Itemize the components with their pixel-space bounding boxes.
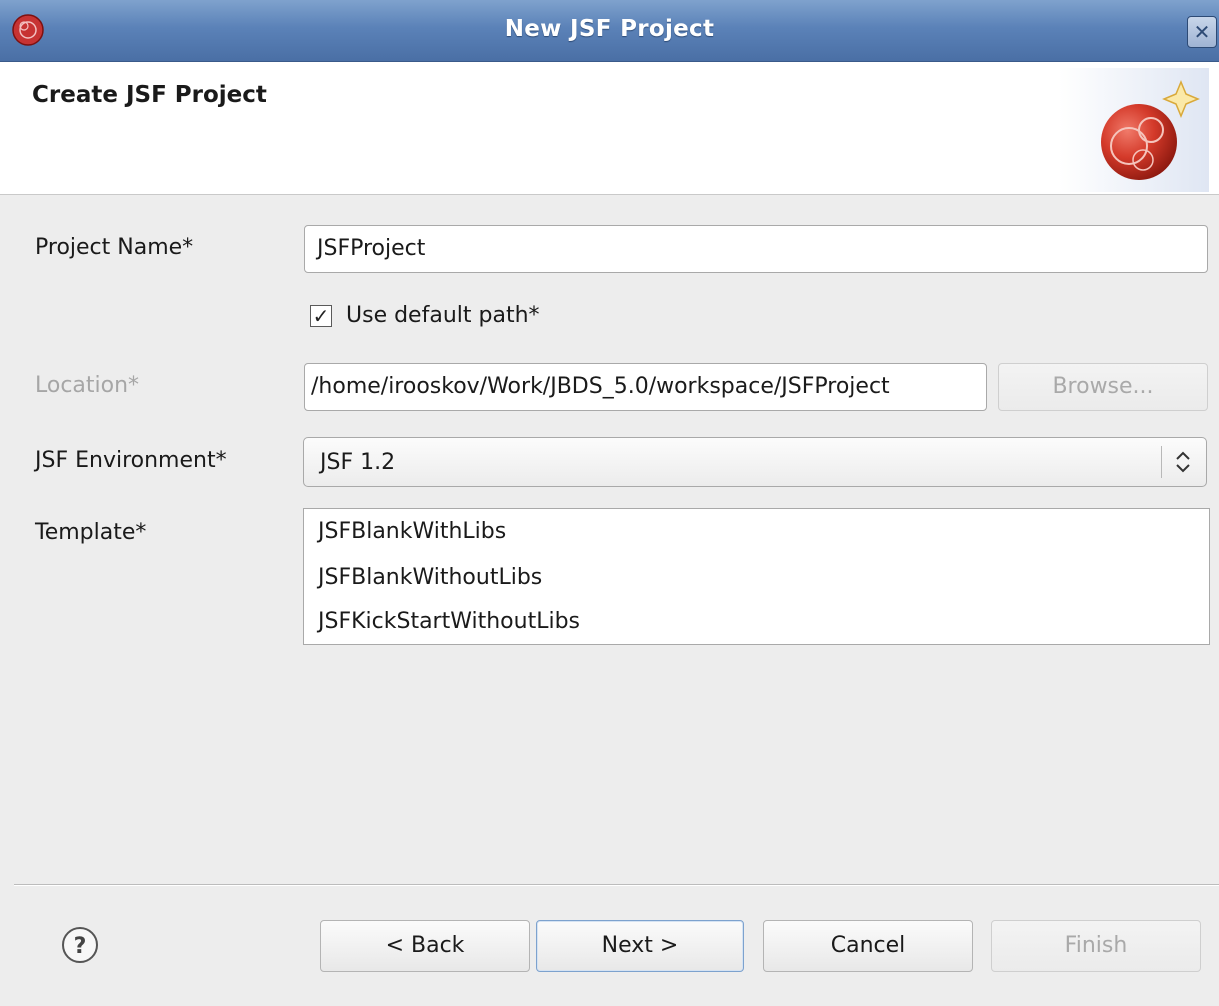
updown-arrow-icon [1176,451,1190,473]
jsf-environment-label: JSF Environment* [35,448,227,473]
template-item-jsfblankwithoutlibs[interactable]: JSFBlankWithoutLibs [318,565,542,590]
finish-button[interactable]: Finish [991,920,1201,972]
close-icon[interactable]: ✕ [1187,16,1217,48]
jsf-project-wizard-icon [1059,68,1209,192]
location-value: /home/irooskov/Work/JBDS_5.0/workspace/J… [311,374,890,399]
template-item-jsfblankwithlibs[interactable]: JSFBlankWithLibs [318,519,506,544]
cancel-button[interactable]: Cancel [763,920,973,972]
select-separator [1161,446,1162,478]
next-button[interactable]: Next > [536,920,744,972]
window-title: New JSF Project [504,16,715,42]
template-item-jsfkickstartwithoutlibs[interactable]: JSFKickStartWithoutLibs [318,609,580,634]
wizard-title: Create JSF Project [32,82,267,108]
project-name-input[interactable]: JSFProject [304,225,1208,273]
template-list[interactable]: JSFBlankWithLibs JSFBlankWithoutLibs JSF… [303,508,1210,645]
location-label: Location* [35,373,140,398]
browse-button[interactable]: Browse... [998,363,1208,411]
location-input[interactable]: /home/irooskov/Work/JBDS_5.0/workspace/J… [304,363,987,411]
use-default-path-checkbox[interactable]: ✓ [310,305,332,327]
help-icon[interactable]: ? [60,925,100,965]
use-default-path-label: Use default path* [346,303,540,328]
window-titlebar[interactable]: New JSF Project ✕ [0,0,1219,62]
jsf-environment-select[interactable]: JSF 1.2 [303,437,1207,487]
template-label: Template* [35,520,147,545]
jsf-environment-value: JSF 1.2 [320,450,396,475]
wizard-header: Create JSF Project [0,62,1219,195]
svg-text:?: ? [74,934,87,959]
footer-separator [14,884,1219,886]
back-button[interactable]: < Back [320,920,530,972]
project-name-label: Project Name* [35,235,194,260]
